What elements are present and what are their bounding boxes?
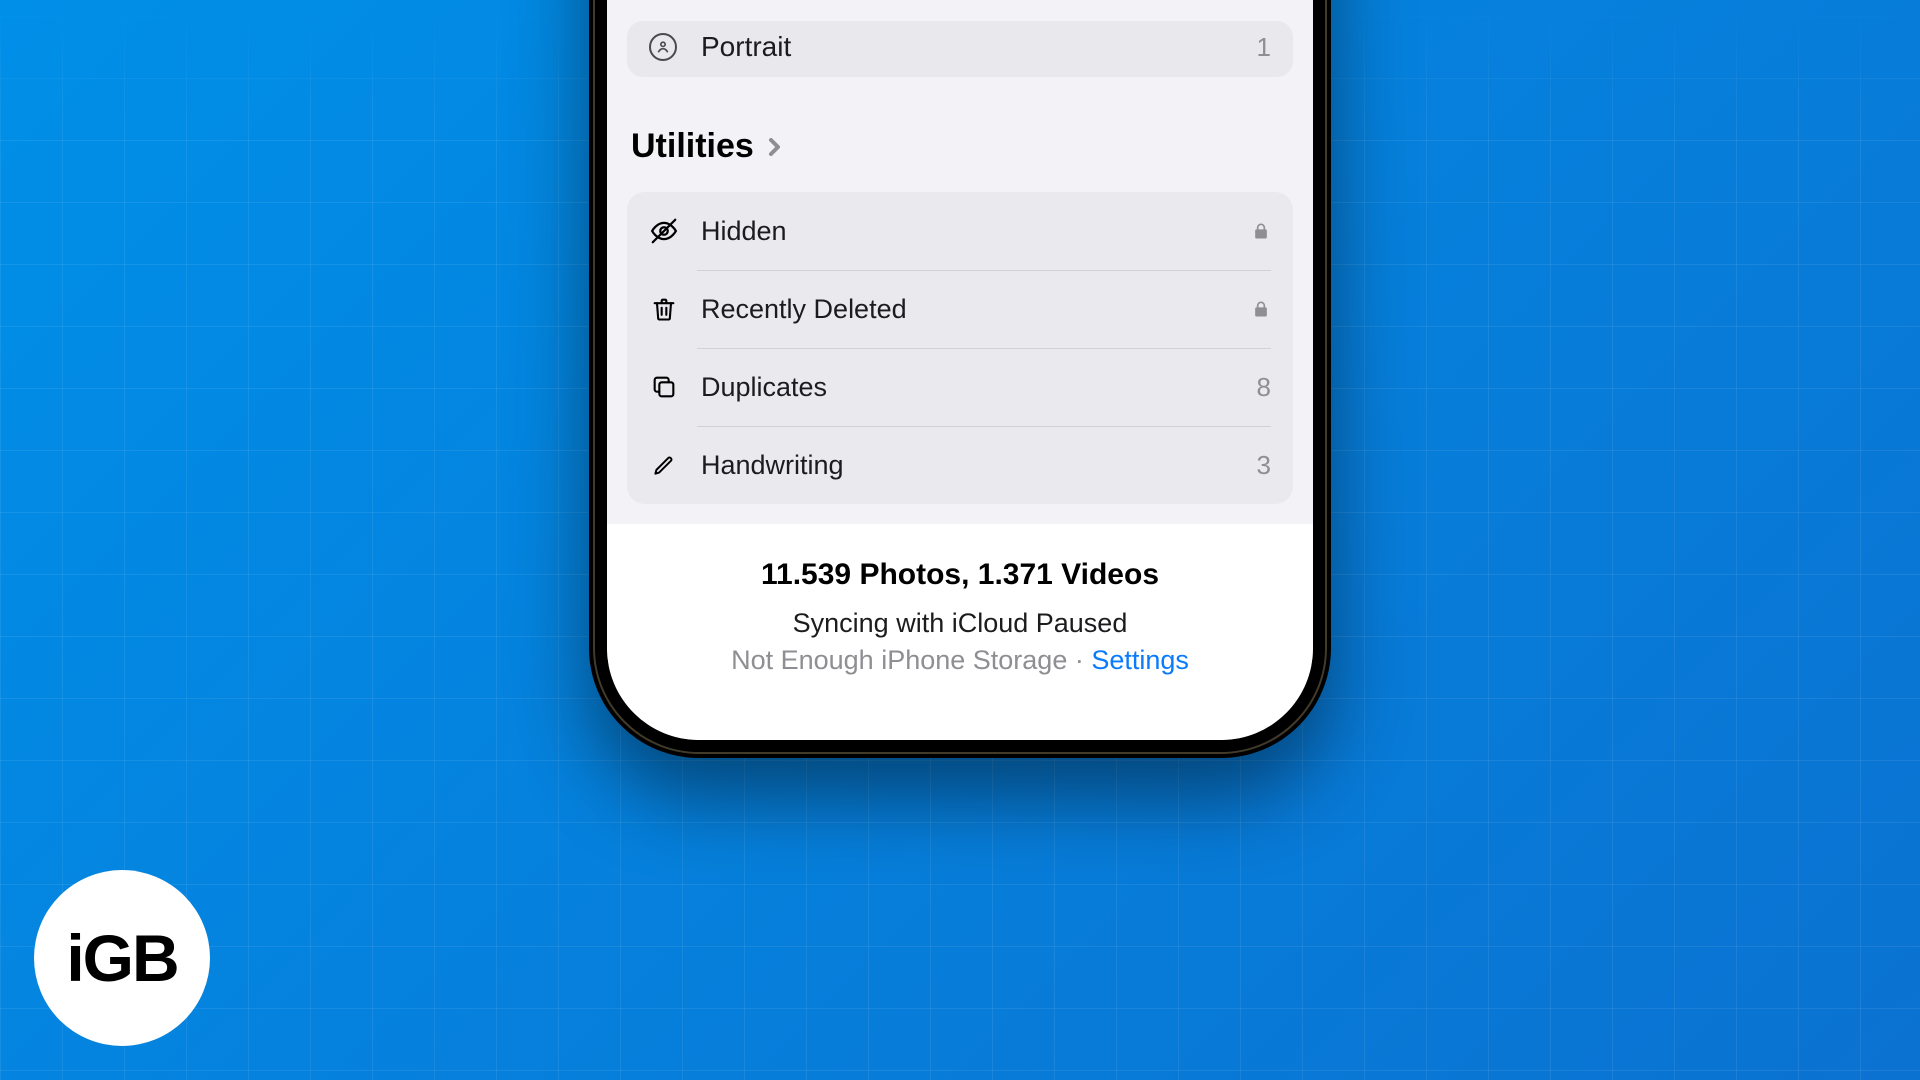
row-label: Hidden xyxy=(701,216,1229,247)
phone-frame: Portrait 1 Utilities xyxy=(589,0,1331,758)
utilities-row-duplicates[interactable]: Duplicates 8 xyxy=(627,348,1293,426)
media-types-row-portrait[interactable]: Portrait 1 xyxy=(627,21,1293,77)
chevron-right-icon xyxy=(762,135,786,159)
row-label: Duplicates xyxy=(701,372,1235,403)
utilities-title: Utilities xyxy=(631,127,754,166)
lock-icon xyxy=(1251,299,1271,319)
trash-icon xyxy=(649,295,679,323)
phone-screen: Portrait 1 Utilities xyxy=(607,0,1313,740)
storage-text: Not Enough iPhone Storage · xyxy=(731,645,1091,675)
storage-status: Not Enough iPhone Storage · Settings xyxy=(637,645,1283,676)
eye-slash-icon xyxy=(649,216,679,246)
portrait-icon xyxy=(649,33,677,61)
portrait-label: Portrait xyxy=(701,31,1233,63)
sync-status: Syncing with iCloud Paused xyxy=(637,608,1283,639)
portrait-count: 1 xyxy=(1257,32,1271,63)
utilities-row-hidden[interactable]: Hidden xyxy=(627,192,1293,270)
row-count: 8 xyxy=(1257,372,1271,403)
igb-logo: iGB xyxy=(34,870,210,1046)
utilities-card: Hidden Recently Deleted xyxy=(627,192,1293,504)
settings-link[interactable]: Settings xyxy=(1091,645,1189,675)
utilities-row-recently-deleted[interactable]: Recently Deleted xyxy=(627,270,1293,348)
row-label: Recently Deleted xyxy=(701,294,1229,325)
library-counts: 11.539 Photos, 1.371 Videos xyxy=(637,558,1283,592)
photos-albums-scroll[interactable]: Portrait 1 Utilities xyxy=(607,0,1313,524)
library-footer: 11.539 Photos, 1.371 Videos Syncing with… xyxy=(607,524,1313,740)
pencil-icon xyxy=(649,452,679,478)
row-count: 3 xyxy=(1257,450,1271,481)
utilities-row-handwriting[interactable]: Handwriting 3 xyxy=(627,426,1293,504)
duplicates-icon xyxy=(649,373,679,401)
utilities-section-header[interactable]: Utilities xyxy=(627,127,1293,192)
lock-icon xyxy=(1251,221,1271,241)
row-label: Handwriting xyxy=(701,450,1235,481)
